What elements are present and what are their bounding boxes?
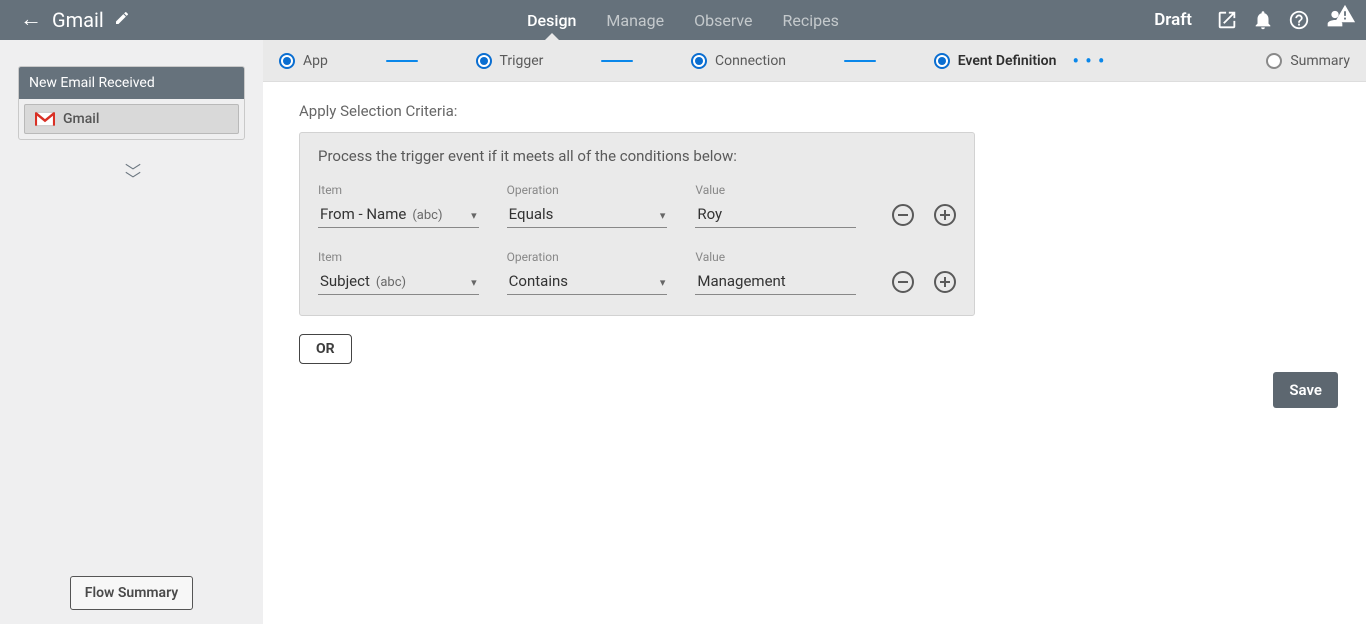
step-app-label: App — [303, 53, 328, 69]
field-label-value: Value — [695, 250, 856, 264]
operation-select[interactable]: Contains ▾ — [507, 268, 668, 295]
page-title: Gmail — [52, 8, 104, 32]
condition-row: Item From - Name (abc) ▾ Operation Equal… — [318, 183, 956, 228]
field-label-value: Value — [695, 183, 856, 197]
value-input[interactable] — [695, 268, 856, 295]
operation-value: Equals — [509, 205, 554, 223]
step-app[interactable]: App — [279, 53, 328, 69]
trigger-card-header: New Email Received — [19, 67, 244, 99]
operation-select[interactable]: Equals ▾ — [507, 201, 668, 228]
criteria-description: Process the trigger event if it meets al… — [318, 147, 956, 165]
remove-condition-button[interactable] — [892, 271, 914, 293]
main-panel: App Trigger Connection Event Definition … — [263, 40, 1366, 624]
radio-filled-icon — [934, 53, 950, 69]
step-trigger[interactable]: Trigger — [476, 53, 544, 69]
step-trigger-label: Trigger — [500, 53, 544, 69]
step-connector — [386, 60, 418, 62]
step-connector — [844, 60, 876, 62]
radio-filled-icon — [691, 53, 707, 69]
trigger-card-app[interactable]: Gmail — [24, 104, 239, 134]
field-label-item: Item — [318, 183, 479, 197]
step-summary-label: Summary — [1290, 53, 1350, 69]
step-connector — [601, 60, 633, 62]
tab-design[interactable]: Design — [527, 2, 576, 39]
tab-recipes[interactable]: Recipes — [783, 2, 839, 39]
step-connection[interactable]: Connection — [691, 53, 786, 69]
chevron-down-icon: ▾ — [660, 209, 666, 222]
flow-summary-button[interactable]: Flow Summary — [70, 576, 193, 610]
chevron-down-icon: ▾ — [660, 276, 666, 289]
item-type: (abc) — [376, 275, 406, 290]
remove-condition-button[interactable] — [892, 204, 914, 226]
step-event-definition[interactable]: Event Definition — [934, 53, 1057, 69]
step-eventdef-label: Event Definition — [958, 53, 1057, 69]
trigger-card[interactable]: New Email Received Gmail — [18, 66, 245, 140]
app-header: ← Gmail Design Manage Observe Recipes Dr… — [0, 0, 1366, 40]
warning-icon — [1334, 3, 1356, 29]
bell-icon[interactable] — [1252, 9, 1274, 31]
value-input[interactable] — [695, 201, 856, 228]
item-value: From - Name — [320, 205, 406, 223]
tab-observe[interactable]: Observe — [694, 2, 752, 39]
condition-row: Item Subject (abc) ▾ Operation Contains … — [318, 250, 956, 295]
sidebar: New Email Received Gmail ﹀ ﹀ Flow Summar… — [0, 40, 263, 624]
step-connection-label: Connection — [715, 53, 786, 69]
operation-value: Contains — [509, 272, 568, 290]
add-condition-button[interactable] — [934, 271, 956, 293]
chevron-down-icon: ▾ — [471, 276, 477, 289]
radio-filled-icon — [279, 53, 295, 69]
tab-manage[interactable]: Manage — [606, 2, 664, 39]
item-select[interactable]: From - Name (abc) ▾ — [318, 201, 479, 228]
user-icon[interactable] — [1324, 9, 1346, 31]
field-label-operation: Operation — [507, 250, 668, 264]
item-value: Subject — [320, 272, 370, 290]
chevron-down-icon: ▾ — [471, 209, 477, 222]
item-select[interactable]: Subject (abc) ▾ — [318, 268, 479, 295]
trigger-app-label: Gmail — [63, 111, 99, 127]
content-area: Apply Selection Criteria: Process the tr… — [263, 82, 1366, 384]
radio-empty-icon — [1266, 53, 1282, 69]
status-badge: Draft — [1154, 10, 1192, 30]
open-external-icon[interactable] — [1216, 9, 1238, 31]
edit-title-icon[interactable] — [114, 10, 130, 30]
radio-filled-icon — [476, 53, 492, 69]
back-arrow-icon[interactable]: ← — [20, 9, 42, 31]
item-type: (abc) — [412, 208, 442, 223]
field-label-operation: Operation — [507, 183, 668, 197]
help-icon[interactable] — [1288, 9, 1310, 31]
stepper: App Trigger Connection Event Definition … — [263, 40, 1366, 82]
gmail-icon — [35, 111, 55, 127]
step-summary[interactable]: Summary — [1266, 53, 1350, 69]
or-button[interactable]: OR — [299, 334, 352, 364]
step-ellipsis-icon: ••• — [1064, 49, 1118, 73]
section-label: Apply Selection Criteria: — [299, 102, 1330, 120]
add-condition-button[interactable] — [934, 204, 956, 226]
field-label-item: Item — [318, 250, 479, 264]
criteria-box: Process the trigger event if it meets al… — [299, 132, 975, 316]
save-button[interactable]: Save — [1273, 372, 1338, 408]
expand-chevrons-icon[interactable]: ﹀ ﹀ — [0, 168, 263, 184]
